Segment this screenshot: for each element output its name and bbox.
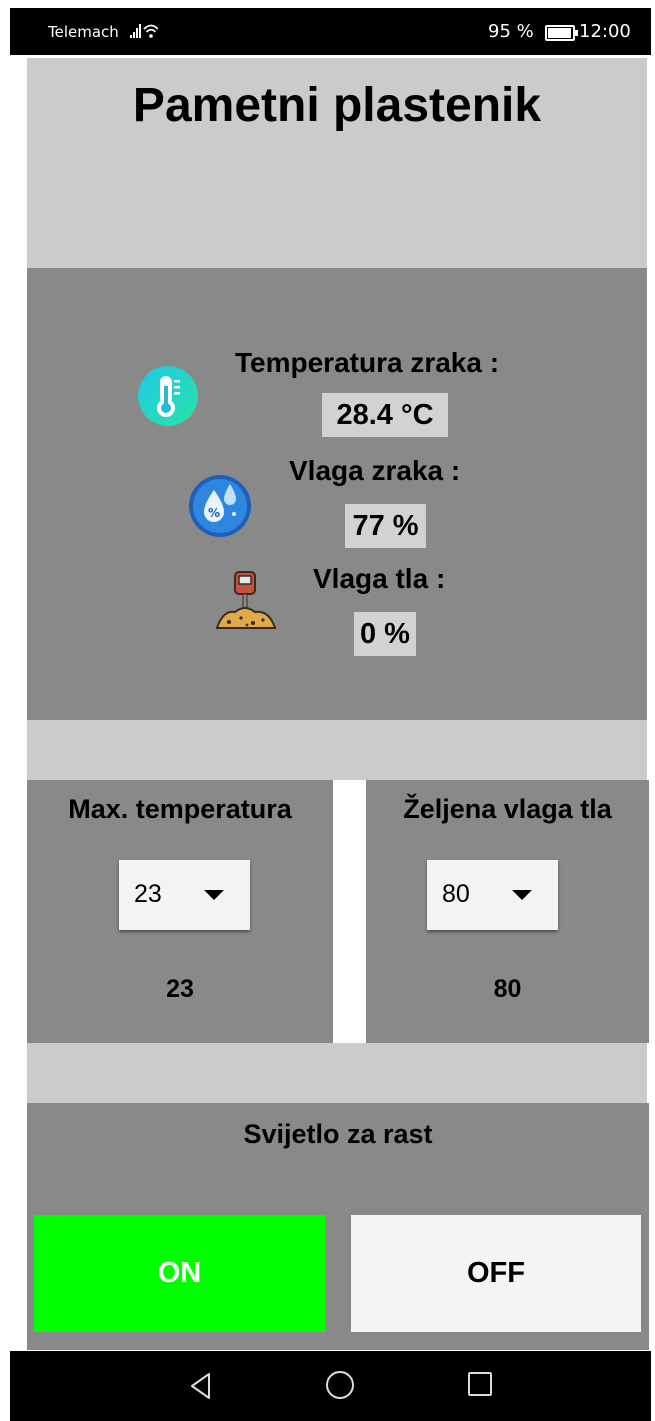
desired-soil-moisture-dropdown[interactable]: 80	[427, 860, 558, 930]
air-humidity-value: 77 %	[345, 504, 426, 548]
home-icon[interactable]	[326, 1371, 354, 1399]
thermometer-icon	[138, 366, 198, 426]
battery-percent: 95 %	[488, 21, 534, 42]
air-temperature-value: 28.4 °C	[322, 393, 448, 437]
grow-light-title: Svijetlo za rast	[243, 1119, 433, 1149]
max-temperature-value: 23	[166, 975, 194, 1003]
dropdown-arrow-icon	[512, 890, 532, 900]
spacer	[27, 1043, 647, 1103]
desired-soil-moisture-card: Željena vlaga tla 80 80	[366, 780, 649, 1043]
light-off-button[interactable]: OFF	[351, 1215, 641, 1332]
page-title: Pametni plastenik	[27, 58, 647, 270]
light-on-button[interactable]: ON	[34, 1215, 325, 1332]
soil-sensor-icon	[215, 571, 277, 629]
air-humidity-label: Vlaga zraka :	[289, 455, 461, 486]
desired-soil-moisture-selected: 80	[442, 880, 470, 908]
battery-icon	[545, 25, 578, 41]
air-temperature-label: Temperatura zraka :	[235, 347, 500, 378]
grow-light-section: Svijetlo za rast ON OFF	[27, 1103, 649, 1350]
soil-moisture-value: 0 %	[354, 612, 416, 656]
max-temperature-dropdown[interactable]: 23	[119, 860, 250, 930]
max-temperature-card: Max. temperatura 23 23	[27, 780, 333, 1043]
signal-wifi-icon	[130, 24, 158, 38]
soil-moisture-label: Vlaga tla :	[313, 563, 446, 594]
recent-apps-icon[interactable]	[468, 1372, 492, 1396]
navigation-bar	[10, 1351, 651, 1421]
max-temperature-title: Max. temperatura	[68, 794, 292, 824]
max-temperature-selected: 23	[134, 880, 162, 908]
sensor-panel: Temperatura zraka : 28.4 °C % Vlaga zrak…	[27, 268, 647, 720]
clock: 12:00	[579, 21, 631, 42]
battery-fill	[548, 28, 571, 38]
dropdown-arrow-icon	[204, 890, 224, 900]
humidity-drop-icon: %	[189, 475, 251, 537]
carrier-name: Telemach	[48, 23, 119, 41]
spacer	[27, 720, 647, 780]
svg-text:%: %	[208, 506, 220, 520]
desired-soil-moisture-title: Željena vlaga tla	[403, 794, 612, 824]
status-bar: Telemach 95 % 12:00	[10, 8, 651, 55]
app-screen: Pametni plastenik Temperatura zraka : 28…	[10, 55, 651, 1351]
desired-soil-moisture-value: 80	[493, 975, 522, 1003]
back-icon[interactable]	[189, 1372, 213, 1400]
